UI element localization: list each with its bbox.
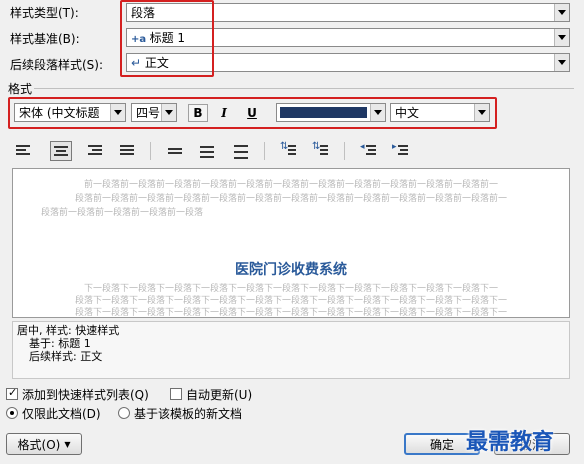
preview-prev-line: 段落前一段落前一段落前一段落前一段落 bbox=[41, 208, 204, 218]
align-right-icon[interactable] bbox=[86, 143, 104, 159]
this-document-radio[interactable] bbox=[6, 407, 18, 419]
arrow-right-icon: ▸ bbox=[392, 142, 397, 152]
align-justify-icon[interactable] bbox=[118, 143, 136, 159]
watermark-text: 最需教育 bbox=[466, 430, 555, 455]
align-center-icon[interactable] bbox=[50, 141, 72, 161]
description-line: 居中, 样式: 快速样式 bbox=[17, 324, 120, 337]
toolbar-divider bbox=[150, 142, 151, 160]
highlight-box-style bbox=[120, 0, 214, 77]
style-type-label: 样式类型(T): bbox=[10, 6, 79, 20]
chevron-down-icon[interactable] bbox=[554, 4, 569, 21]
next-style-label: 后续段落样式(S): bbox=[10, 58, 104, 72]
description-line: 后续样式: 正文 bbox=[29, 350, 103, 363]
this-document-label: 仅限此文档(D) bbox=[22, 407, 101, 421]
preview-prev-line: 段落前一段落前一段落前一段落前一段落前一段落前一段落前一段落前一段落前一段落前一… bbox=[74, 194, 507, 204]
checkmark-icon: ✓ bbox=[8, 386, 18, 399]
preview-next-line: 段落下一段落下一段落下一段落下一段落下一段落下一段落下一段落下一段落下一段落下一… bbox=[74, 308, 507, 318]
chevron-down-icon[interactable] bbox=[554, 29, 569, 46]
one-half-spacing-icon[interactable] bbox=[198, 143, 216, 159]
auto-update-label: 自动更新(U) bbox=[186, 388, 253, 402]
style-based-on-label: 样式基准(B): bbox=[10, 32, 80, 46]
double-spacing-icon[interactable] bbox=[232, 143, 250, 159]
format-section-label: 格式 bbox=[8, 82, 33, 96]
auto-update-checkbox[interactable] bbox=[170, 388, 182, 400]
template-radio[interactable] bbox=[118, 407, 130, 419]
template-label: 基于该模板的新文档 bbox=[134, 407, 243, 421]
increase-indent-icon[interactable]: ▸ bbox=[392, 142, 410, 159]
toolbar-divider bbox=[344, 142, 345, 160]
space-before-icon[interactable]: ⇅ bbox=[280, 141, 298, 159]
description-line: 基于: 标题 1 bbox=[29, 337, 91, 350]
radio-dot bbox=[10, 411, 14, 415]
style-description: 居中, 样式: 快速样式 基于: 标题 1 后续样式: 正文 bbox=[12, 321, 570, 379]
arrow-icon: ⇅ bbox=[280, 141, 289, 152]
align-left-icon[interactable] bbox=[14, 143, 32, 159]
format-menu-button[interactable]: 格式(O) ▼ bbox=[6, 433, 82, 455]
format-divider bbox=[34, 88, 574, 89]
add-quick-style-checkbox[interactable]: ✓ bbox=[6, 386, 18, 400]
highlight-box-font bbox=[8, 97, 497, 129]
decrease-indent-icon[interactable]: ◂ bbox=[360, 142, 378, 159]
single-spacing-icon[interactable] bbox=[166, 143, 184, 159]
arrow-icon: ⇅ bbox=[312, 141, 321, 152]
dropdown-arrow-icon: ▼ bbox=[64, 439, 71, 449]
preview-title: 医院门诊收费系统 bbox=[235, 262, 347, 278]
chevron-down-icon[interactable] bbox=[554, 54, 569, 71]
format-button-label: 格式(O) bbox=[17, 437, 61, 452]
preview-prev-line: 前一段落前一段落前一段落前一段落前一段落前一段落前一段落前一段落前一段落前一段落… bbox=[83, 180, 498, 190]
add-quick-style-label: 添加到快速样式列表(Q) bbox=[22, 388, 149, 402]
arrow-left-icon: ◂ bbox=[360, 142, 365, 152]
style-preview: 前一段落前一段落前一段落前一段落前一段落前一段落前一段落前一段落前一段落前一段落… bbox=[12, 168, 570, 318]
space-after-icon[interactable]: ⇅ bbox=[312, 141, 330, 159]
toolbar-divider bbox=[264, 142, 265, 160]
